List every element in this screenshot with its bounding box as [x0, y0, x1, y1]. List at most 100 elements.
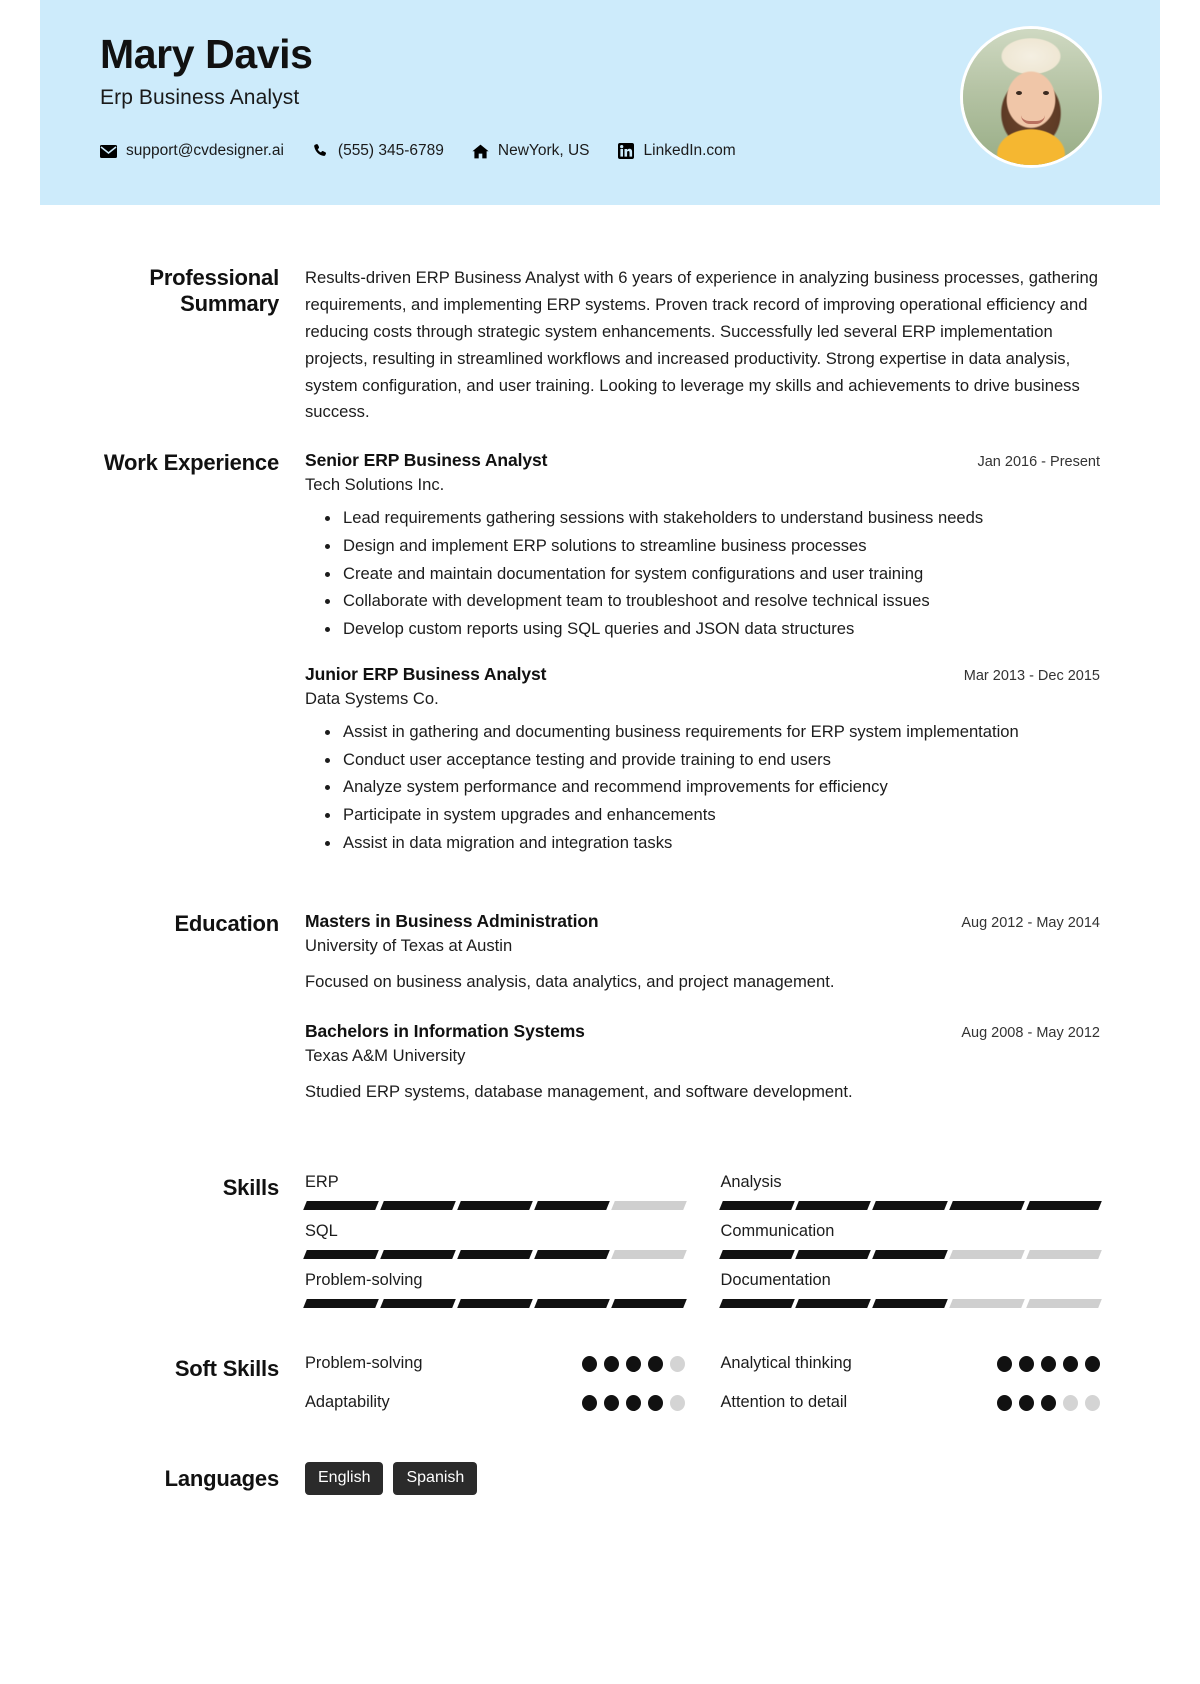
rating-dot [997, 1394, 1012, 1411]
page-title: Mary Davis [100, 31, 313, 77]
skill-level-bar [303, 1250, 687, 1260]
section-skills: Skills ERP Analysis SQL Communication Pr… [100, 1161, 1102, 1309]
contact-phone-text: (555) 345-6789 [337, 142, 444, 160]
education-description: Studied ERP systems, database management… [305, 1082, 853, 1102]
skill-level-bar [303, 1201, 687, 1211]
soft-skill-name: Attention to detail [720, 1393, 848, 1412]
avatar-detail [1016, 91, 1022, 95]
section-soft-skills: Soft Skills Problem-solving Analytical t… [100, 1354, 1100, 1412]
skill-name: SQL [305, 1222, 338, 1241]
rating-dot [1085, 1355, 1100, 1372]
soft-skill-rating [997, 1355, 1100, 1372]
section-label-education: Education [174, 911, 279, 937]
work-entry-title: Senior ERP Business Analyst [305, 450, 548, 471]
soft-skill-item: Attention to detail [720, 1393, 1100, 1412]
work-entry: Junior ERP Business Analyst Mar 2013 - D… [305, 664, 1100, 856]
skill-segment [949, 1250, 1025, 1260]
skill-segment [380, 1201, 456, 1211]
skill-item: ERP [303, 1161, 687, 1211]
skill-item: Problem-solving [303, 1259, 687, 1309]
work-entry: Senior ERP Business Analyst Jan 2016 - P… [305, 450, 1100, 642]
list-item: Participate in system upgrades and enhan… [325, 802, 1100, 828]
section-education: Education Masters in Business Administra… [100, 911, 1100, 1105]
skill-segment [795, 1250, 872, 1260]
skill-segment [610, 1250, 687, 1260]
work-entry-date: Mar 2013 - Dec 2015 [963, 667, 1100, 684]
skills-content: ERP Analysis SQL Communication Problem-s… [303, 1161, 1102, 1309]
summary-content: Results-driven ERP Business Analyst with… [305, 265, 1100, 426]
skill-segment [380, 1250, 456, 1260]
soft-skill-item: Problem-solving [305, 1354, 685, 1373]
rating-dot [603, 1355, 619, 1372]
soft-skills-content: Problem-solving Analytical thinking Adap… [305, 1354, 1100, 1412]
skill-segment [610, 1299, 687, 1309]
list-item: Collaborate with development team to tro… [325, 588, 1100, 614]
skill-segment [872, 1299, 949, 1309]
rating-dot [1063, 1355, 1078, 1372]
avatar [960, 26, 1102, 168]
skill-name: Documentation [720, 1271, 831, 1290]
language-chip: Spanish [393, 1462, 478, 1495]
work-entry-date: Jan 2016 - Present [977, 454, 1100, 471]
soft-skill-name: Adaptability [305, 1393, 390, 1412]
rating-dot [1019, 1355, 1034, 1372]
soft-skill-rating [997, 1394, 1100, 1411]
languages-content: English Spanish [305, 1462, 1100, 1495]
rating-dot [1063, 1394, 1078, 1411]
skill-segment [872, 1250, 949, 1260]
skill-segment [456, 1299, 533, 1309]
skill-item: SQL [303, 1210, 687, 1260]
resume-body: Professional Summary Results-driven ERP … [40, 265, 1160, 1565]
contact-location[interactable]: NewYork, US [472, 142, 590, 160]
rating-dot [581, 1394, 597, 1411]
skill-segment [872, 1201, 949, 1211]
list-item: Create and maintain documentation for sy… [325, 561, 1100, 587]
phone-icon [312, 143, 329, 160]
rating-dot [1041, 1355, 1056, 1372]
section-label-work: Work Experience [103, 450, 279, 476]
work-entry-bullets: Lead requirements gathering sessions wit… [305, 505, 1100, 642]
skill-segment [303, 1201, 379, 1211]
skill-level-bar [718, 1201, 1102, 1211]
contact-location-text: NewYork, US [497, 142, 590, 160]
contact-linkedin[interactable]: LinkedIn.com [618, 142, 736, 160]
skill-segment [533, 1201, 610, 1211]
education-degree: Bachelors in Information Systems [305, 1021, 585, 1042]
section-label-summary: Professional Summary [149, 265, 279, 316]
rating-dot [1019, 1394, 1034, 1411]
section-work-experience: Work Experience Senior ERP Business Anal… [100, 450, 1100, 857]
contact-email[interactable]: support@cvdesigner.ai [100, 142, 284, 160]
work-entry-head: Senior ERP Business Analyst Jan 2016 - P… [305, 450, 1100, 471]
education-entry-head: Masters in Business Administration Aug 2… [305, 911, 1100, 932]
rating-dot [581, 1355, 597, 1372]
skills-grid: ERP Analysis SQL Communication Problem-s… [303, 1161, 1102, 1309]
list-item: Assist in data migration and integration… [325, 830, 1100, 856]
skill-segment [610, 1201, 687, 1211]
education-school: Texas A&M University [305, 1046, 466, 1066]
language-chip: English [305, 1462, 384, 1495]
work-entry-head: Junior ERP Business Analyst Mar 2013 - D… [305, 664, 1100, 685]
skill-level-bar [303, 1299, 687, 1309]
skill-segment [718, 1299, 795, 1309]
contact-phone[interactable]: (555) 345-6789 [312, 142, 444, 160]
education-description: Focused on business analysis, data analy… [305, 972, 835, 992]
contact-linkedin-text: LinkedIn.com [643, 142, 736, 160]
rating-dot [625, 1355, 641, 1372]
list-item: Conduct user acceptance testing and prov… [325, 747, 1100, 773]
education-date: Aug 2012 - May 2014 [961, 915, 1100, 932]
soft-skill-item: Analytical thinking [721, 1354, 1100, 1373]
section-label-skills: Skills [222, 1175, 279, 1201]
soft-skill-name: Problem-solving [305, 1354, 423, 1373]
skill-segment [380, 1299, 456, 1309]
skill-segment [456, 1201, 533, 1211]
work-entry-company: Tech Solutions Inc. [305, 475, 445, 495]
skill-segment [718, 1250, 795, 1260]
rating-dot [669, 1355, 685, 1372]
skill-name: Analysis [720, 1173, 782, 1192]
education-school: University of Texas at Austin [305, 936, 513, 956]
job-title: Erp Business Analyst [100, 86, 300, 110]
skill-item: Communication [718, 1210, 1102, 1260]
resume-page: Mary Davis Erp Business Analyst support@… [40, 0, 1160, 1684]
rating-dot [603, 1394, 619, 1411]
soft-skill-rating [581, 1355, 685, 1372]
